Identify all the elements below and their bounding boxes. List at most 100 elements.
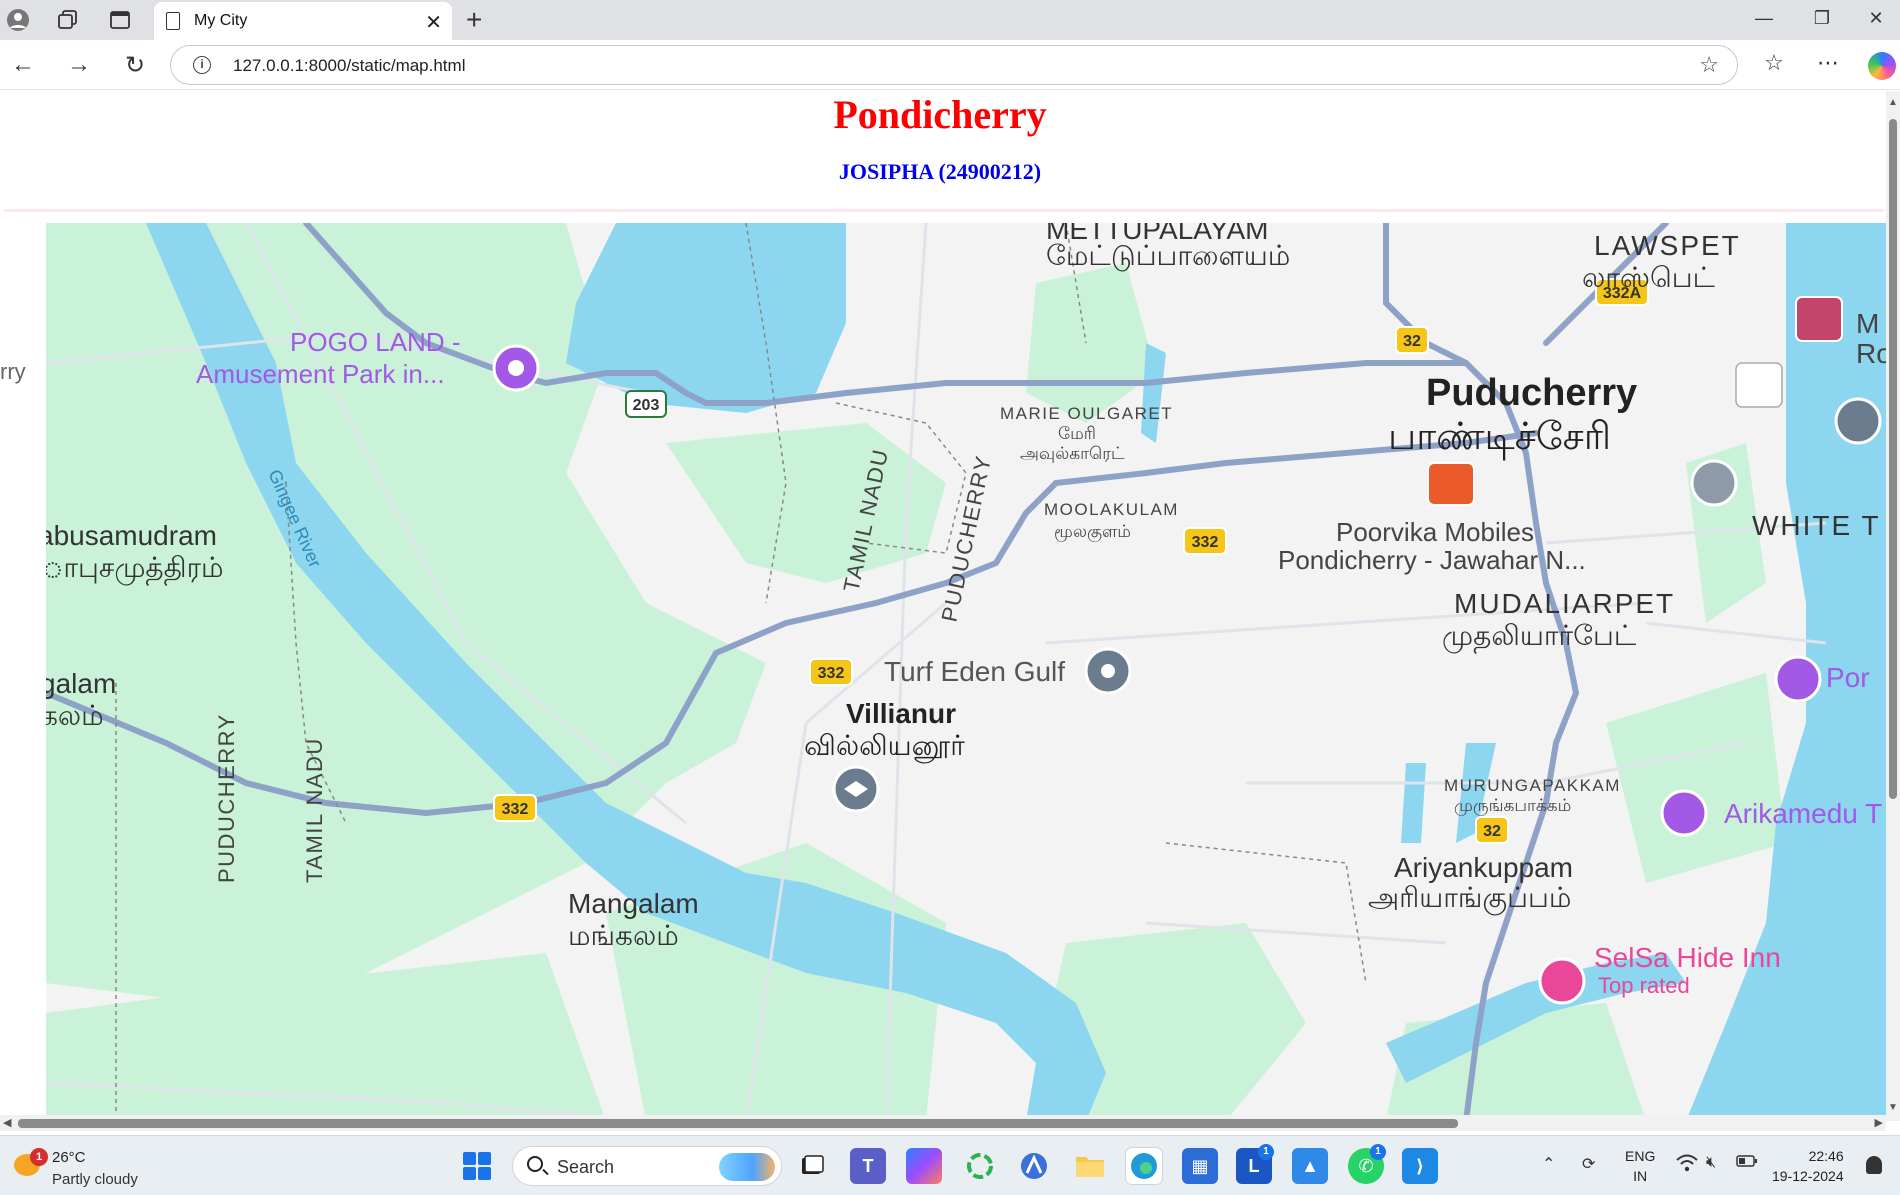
store-icon[interactable]: ▦ (1182, 1148, 1218, 1184)
search-icon (527, 1156, 543, 1172)
svg-text:332: 332 (818, 665, 845, 682)
profile-icon[interactable] (4, 6, 32, 34)
more-menu-icon[interactable]: ⋯ (1812, 50, 1844, 76)
address-toolbar: ← → ↻ i 127.0.0.1:8000/static/map.html ☆… (0, 40, 1900, 90)
page-subtitle: JOSIPHA (24900212) (838, 159, 1042, 184)
copilot-icon[interactable] (1868, 52, 1896, 80)
label-marie-oulgaret-en: MARIE OULGARET (1000, 404, 1173, 423)
label-por: Por (1826, 662, 1870, 693)
system-clock[interactable]: 22:46 19-12-2024 (1772, 1146, 1844, 1186)
label-mettupalayam-ta: மேட்டுப்பாளையம் (1046, 240, 1290, 271)
svg-text:32: 32 (1483, 823, 1501, 840)
label-abusamudram-ta: ாபுசமுத்திரம் (46, 552, 224, 586)
weather-widget[interactable]: 1 26°C Partly cloudy (14, 1144, 174, 1188)
battery-icon[interactable] (1736, 1154, 1758, 1173)
vertical-scroll-thumb[interactable] (1889, 119, 1897, 799)
new-tab-button[interactable]: + (466, 4, 482, 36)
search-highlight-art (719, 1153, 775, 1181)
back-button[interactable]: ← (8, 50, 38, 80)
wifi-icon[interactable] (1676, 1154, 1698, 1177)
active-tab[interactable]: My City ✕ (154, 2, 452, 40)
taskbar-search[interactable]: Search (512, 1146, 782, 1186)
pogo-land-marker (492, 344, 540, 392)
scroll-down-icon[interactable]: ▼ (1888, 1102, 1898, 1113)
mr-marker (1795, 296, 1843, 342)
sync-tray-icon[interactable]: ⟳ (1582, 1154, 1595, 1174)
camera-marker (1774, 655, 1822, 703)
refresh-button[interactable]: ↻ (120, 50, 150, 80)
weather-text: Partly cloudy (52, 1171, 138, 1188)
teams-icon[interactable]: T (850, 1148, 886, 1184)
turf-marker (1084, 647, 1132, 695)
label-tamil-nadu-west: TAMIL NADU (302, 737, 327, 883)
label-lawspet-ta: லாஸ்பெட் (1582, 262, 1716, 293)
horizontal-scrollbar[interactable]: ◀ ▶ (0, 1115, 1886, 1131)
minimize-button[interactable]: — (1744, 8, 1784, 29)
favorite-star-icon[interactable]: ☆ (1699, 52, 1719, 78)
side-panel (0, 223, 46, 1121)
label-selsa: SelSa Hide Inn (1594, 942, 1781, 973)
label-puducherry-ta: பாண்டிச்சேரி (1388, 416, 1611, 460)
label-mudaliarpet-en: MUDALIARPET (1454, 588, 1675, 619)
label-mr-1: M (1856, 308, 1879, 339)
label-pogo-1: POGO LAND - (290, 327, 460, 357)
selsa-marker (1538, 957, 1586, 1005)
label-pogo-2: Amusement Park in... (196, 359, 445, 389)
workspaces-icon[interactable] (54, 6, 82, 34)
page-icon (166, 12, 180, 30)
horizontal-scroll-thumb[interactable] (18, 1119, 1458, 1128)
label-selsa-sub: Top rated (1598, 973, 1690, 998)
label-ariyankuppam-en: Ariyankuppam (1394, 852, 1573, 883)
arc-app-icon[interactable] (1016, 1148, 1052, 1184)
notification-bell-icon[interactable] (1866, 1156, 1882, 1174)
address-bar[interactable]: i 127.0.0.1:8000/static/map.html ☆ (170, 45, 1738, 85)
edge-browser-icon[interactable] (1126, 1148, 1162, 1184)
label-ariyankuppam-ta: அரியாங்குப்பம் (1368, 882, 1571, 916)
label-moolakulam-en: MOOLAKULAM (1044, 500, 1179, 519)
task-view-icon[interactable] (794, 1148, 830, 1184)
site-info-icon[interactable]: i (193, 56, 211, 74)
tab-title: My City (194, 12, 248, 29)
label-galam-ta: கலம் (46, 700, 104, 731)
language-indicator[interactable]: ENG IN (1625, 1146, 1655, 1186)
museum-marker (1834, 397, 1882, 445)
scroll-left-icon[interactable]: ◀ (3, 1116, 11, 1129)
shield-332-east: 332 (1183, 527, 1227, 555)
sync-app-icon[interactable] (962, 1148, 998, 1184)
close-tab-icon[interactable]: ✕ (425, 10, 442, 35)
label-abusamudram-en: abusamudram (46, 520, 217, 551)
map-view[interactable]: 32 332A 203 332 332 332 32 METTUPALAYAM … (46, 223, 1886, 1121)
scroll-right-icon[interactable]: ▶ (1875, 1116, 1883, 1129)
tray-chevron-icon[interactable]: ⌃ (1542, 1154, 1555, 1174)
close-window-button[interactable]: ✕ (1856, 8, 1896, 29)
label-poorvika-2: Pondicherry - Jawahar N... (1278, 545, 1586, 575)
copilot-app-icon[interactable] (906, 1148, 942, 1184)
separator (4, 209, 1884, 212)
shield-203: 203 (625, 390, 667, 418)
scroll-up-icon[interactable]: ▲ (1888, 97, 1898, 108)
vertical-scrollbar[interactable]: ▲ ▼ (1886, 91, 1900, 1121)
forward-button[interactable]: → (64, 50, 94, 80)
start-button[interactable] (463, 1152, 491, 1180)
search-label: Search (557, 1157, 615, 1177)
restore-button[interactable]: ❐ (1802, 8, 1842, 29)
favorites-icon[interactable]: ☆ (1758, 50, 1790, 76)
volume-muted-icon[interactable]: 🔇︎ (1706, 1154, 1716, 1172)
vertical-tabs-icon[interactable] (106, 6, 134, 34)
windows-taskbar: 1 26°C Partly cloudy Search T ▦ L 1 ▲ ✆ … (0, 1135, 1900, 1195)
label-murungapakkam-en: MURUNGAPAKKAM (1444, 776, 1621, 795)
svg-text:332: 332 (502, 801, 529, 818)
samsung-marker (1735, 362, 1783, 408)
label-arikamedu: Arikamedu T (1724, 798, 1882, 829)
page-title: Pondicherry (833, 92, 1047, 137)
label-white-town: WHITE T (1752, 510, 1881, 541)
shield-32-north: 32 (1395, 326, 1429, 354)
photos-icon[interactable]: ▲ (1292, 1148, 1328, 1184)
flower-marker (1690, 459, 1738, 507)
file-explorer-icon[interactable] (1072, 1148, 1108, 1184)
side-fragment-text: rry (0, 359, 26, 384)
url-text[interactable]: 127.0.0.1:8000/static/map.html (233, 56, 465, 76)
label-poorvika-1: Poorvika Mobiles (1336, 517, 1534, 547)
vscode-icon[interactable]: ⟩ (1402, 1148, 1438, 1184)
label-lawspet-en: LAWSPET (1594, 230, 1741, 261)
